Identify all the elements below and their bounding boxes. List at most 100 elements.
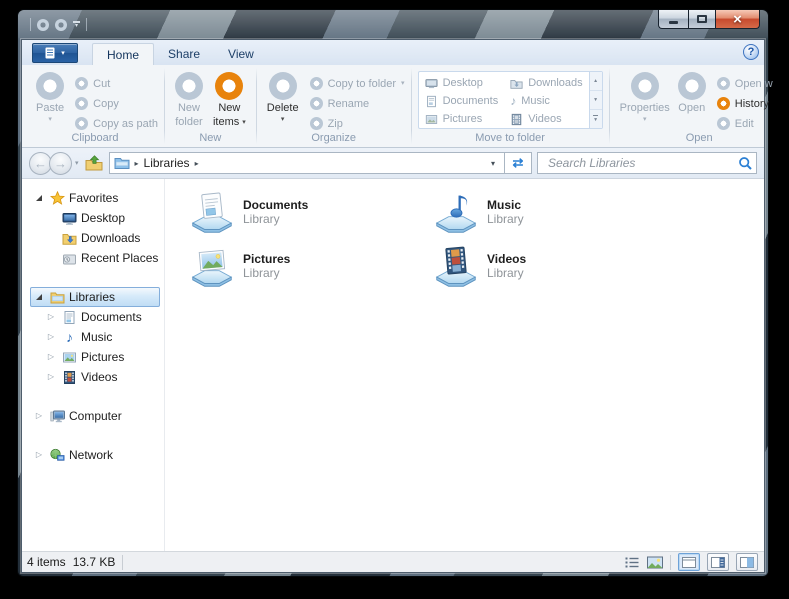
tile-pictures-library[interactable]: Pictures Library bbox=[190, 245, 314, 299]
tile-type: Library bbox=[487, 266, 524, 280]
gallery-item-desktop[interactable]: Desktop bbox=[422, 77, 502, 90]
desktop-mini-icon bbox=[424, 78, 438, 88]
rename-button[interactable]: Rename bbox=[309, 97, 405, 110]
documents-icon bbox=[62, 310, 77, 325]
copy-to-folder-button[interactable]: Copy to folder ▾ bbox=[309, 77, 405, 90]
open-small-buttons: Open w History Edit bbox=[716, 77, 783, 130]
sidebar-item-documents[interactable]: ▷ Documents bbox=[22, 307, 164, 327]
tile-documents-library[interactable]: Documents Library bbox=[190, 191, 332, 245]
new-folder-button[interactable]: New folder bbox=[171, 70, 207, 130]
gallery-item-documents[interactable]: Documents bbox=[422, 95, 502, 108]
status-bar: 4 items 13.7 KB bbox=[22, 551, 764, 572]
expand-collapse-icon[interactable]: ▷ bbox=[32, 412, 46, 420]
statusbar-separator bbox=[122, 554, 124, 570]
videos-library-icon bbox=[435, 246, 477, 287]
breadcrumb-arrow-icon[interactable]: ▸ bbox=[195, 159, 199, 168]
history-icon bbox=[716, 97, 730, 110]
details-view-button[interactable] bbox=[624, 555, 640, 569]
details-pane-icon bbox=[711, 556, 725, 568]
new-items-caret-icon: ▾ bbox=[242, 118, 246, 126]
sidebar-item-pictures[interactable]: ▷ Pictures bbox=[22, 347, 164, 367]
breadcrumb-arrow-icon[interactable]: ▸ bbox=[135, 159, 139, 168]
sidebar-item-videos[interactable]: ▷ Videos bbox=[22, 367, 164, 387]
gallery-scroll-up-button[interactable]: ▲ bbox=[589, 72, 602, 91]
search-icon[interactable] bbox=[738, 156, 753, 171]
history-label: History bbox=[734, 97, 769, 110]
tile-videos-library[interactable]: Videos Library bbox=[434, 245, 550, 299]
tab-view[interactable]: View bbox=[214, 43, 268, 65]
forward-button[interactable]: → bbox=[49, 151, 72, 175]
expand-collapse-icon[interactable]: ▷ bbox=[44, 353, 58, 361]
sidebar-item-favorites[interactable]: Favorites bbox=[22, 188, 164, 208]
tile-text: Documents Library bbox=[243, 191, 308, 227]
up-one-level-button[interactable] bbox=[83, 152, 105, 174]
network-label: Network bbox=[69, 448, 114, 462]
gallery-item-videos[interactable]: Videos bbox=[507, 113, 585, 126]
recent-pages-dropdown[interactable]: ▾ bbox=[72, 159, 83, 167]
sidebar-item-desktop[interactable]: Desktop bbox=[22, 208, 164, 228]
expand-collapse-icon[interactable] bbox=[32, 294, 46, 300]
copy-as-path-button[interactable]: Copy as path bbox=[75, 117, 158, 130]
layout-pane-button-1[interactable] bbox=[678, 553, 700, 571]
sidebar-item-downloads[interactable]: Downloads bbox=[22, 228, 164, 248]
properties-button[interactable]: Properties ▾ bbox=[616, 70, 674, 125]
gallery-more-button[interactable]: ▼ bbox=[590, 110, 602, 128]
libraries-icon bbox=[50, 290, 65, 305]
layout-pane-button-2[interactable] bbox=[707, 553, 729, 571]
address-history-dropdown-icon[interactable]: ▾ bbox=[486, 159, 500, 168]
gallery-item-pictures[interactable]: Pictures bbox=[422, 113, 502, 126]
gallery-item-downloads[interactable]: Downloads bbox=[507, 77, 585, 90]
gallery-scroll-down-button[interactable]: ▼ bbox=[589, 91, 602, 110]
items-view: Documents Library Music Library Pictures… bbox=[165, 179, 764, 551]
tab-share[interactable]: Share bbox=[154, 43, 214, 65]
expanded-triangle-icon bbox=[36, 294, 42, 300]
history-button[interactable]: History bbox=[716, 97, 783, 110]
expand-collapse-icon[interactable]: ▷ bbox=[32, 451, 46, 459]
expand-collapse-icon[interactable]: ▷ bbox=[44, 373, 58, 381]
scroll-down-icon: ▼ bbox=[593, 97, 599, 103]
expand-collapse-icon[interactable]: ▷ bbox=[44, 313, 58, 321]
expand-collapse-icon[interactable] bbox=[32, 195, 46, 201]
pictures-mini-icon bbox=[425, 114, 437, 124]
tile-music-library[interactable]: Music Library bbox=[434, 191, 548, 245]
zip-button[interactable]: Zip bbox=[309, 117, 405, 130]
maximize-button[interactable] bbox=[688, 10, 716, 29]
tile-type: Library bbox=[487, 212, 524, 226]
qat-button-1-icon[interactable] bbox=[37, 18, 49, 31]
tab-home[interactable]: Home bbox=[92, 43, 155, 65]
documents-library-icon bbox=[191, 192, 233, 233]
sidebar-item-recent-places[interactable]: Recent Places bbox=[22, 248, 164, 268]
search-input[interactable] bbox=[546, 155, 738, 171]
file-menu-button[interactable]: ▾ bbox=[32, 43, 78, 63]
copy-button[interactable]: Copy bbox=[75, 97, 158, 110]
close-button[interactable]: × bbox=[716, 10, 760, 29]
open-with-button[interactable]: Open w bbox=[716, 77, 783, 90]
customize-qat-icon[interactable]: ▾ bbox=[73, 20, 80, 29]
sidebar-item-libraries[interactable]: Libraries bbox=[22, 287, 164, 307]
paste-button[interactable]: Paste ▾ bbox=[32, 70, 68, 125]
help-button[interactable]: ? bbox=[743, 44, 759, 60]
favorites-star-icon bbox=[50, 190, 65, 206]
statusbar-separator bbox=[670, 554, 671, 570]
delete-button[interactable]: Delete ▾ bbox=[263, 70, 303, 125]
organize-content: Delete ▾ Copy to folder ▾ Rename Zip bbox=[257, 65, 411, 132]
sidebar-item-network[interactable]: ▷ Network bbox=[22, 445, 164, 465]
minimize-button[interactable] bbox=[658, 10, 688, 29]
open-button[interactable]: Open bbox=[674, 70, 710, 116]
expand-collapse-icon[interactable]: ▷ bbox=[44, 333, 58, 341]
navigation-bar: ← → ▾ ▸ Libraries ▸ ▾ ⇄ Search Libraries bbox=[22, 148, 764, 179]
qat-button-2-icon[interactable] bbox=[55, 18, 67, 31]
new-items-button[interactable]: New items ▾ bbox=[209, 70, 250, 130]
thumbnail-view-button[interactable] bbox=[647, 556, 663, 569]
cut-button[interactable]: Cut bbox=[75, 77, 158, 90]
documents-mini-icon bbox=[426, 95, 436, 107]
refresh-button[interactable]: ⇄ bbox=[505, 152, 532, 174]
gallery-item-music[interactable]: ♪ Music bbox=[507, 95, 585, 107]
edit-button[interactable]: Edit bbox=[716, 117, 783, 130]
window-client-area: ▾ Home Share View ? Paste ▾ Cut Copy Cop… bbox=[21, 39, 789, 573]
sidebar-item-music[interactable]: ▷ ♪ Music bbox=[22, 327, 164, 347]
address-bar[interactable]: ▸ Libraries ▸ ▾ bbox=[108, 152, 505, 174]
sidebar-item-computer[interactable]: ▷ Computer bbox=[22, 406, 164, 426]
breadcrumb-libraries[interactable]: Libraries bbox=[144, 156, 190, 170]
layout-pane-button-3[interactable] bbox=[736, 553, 758, 571]
